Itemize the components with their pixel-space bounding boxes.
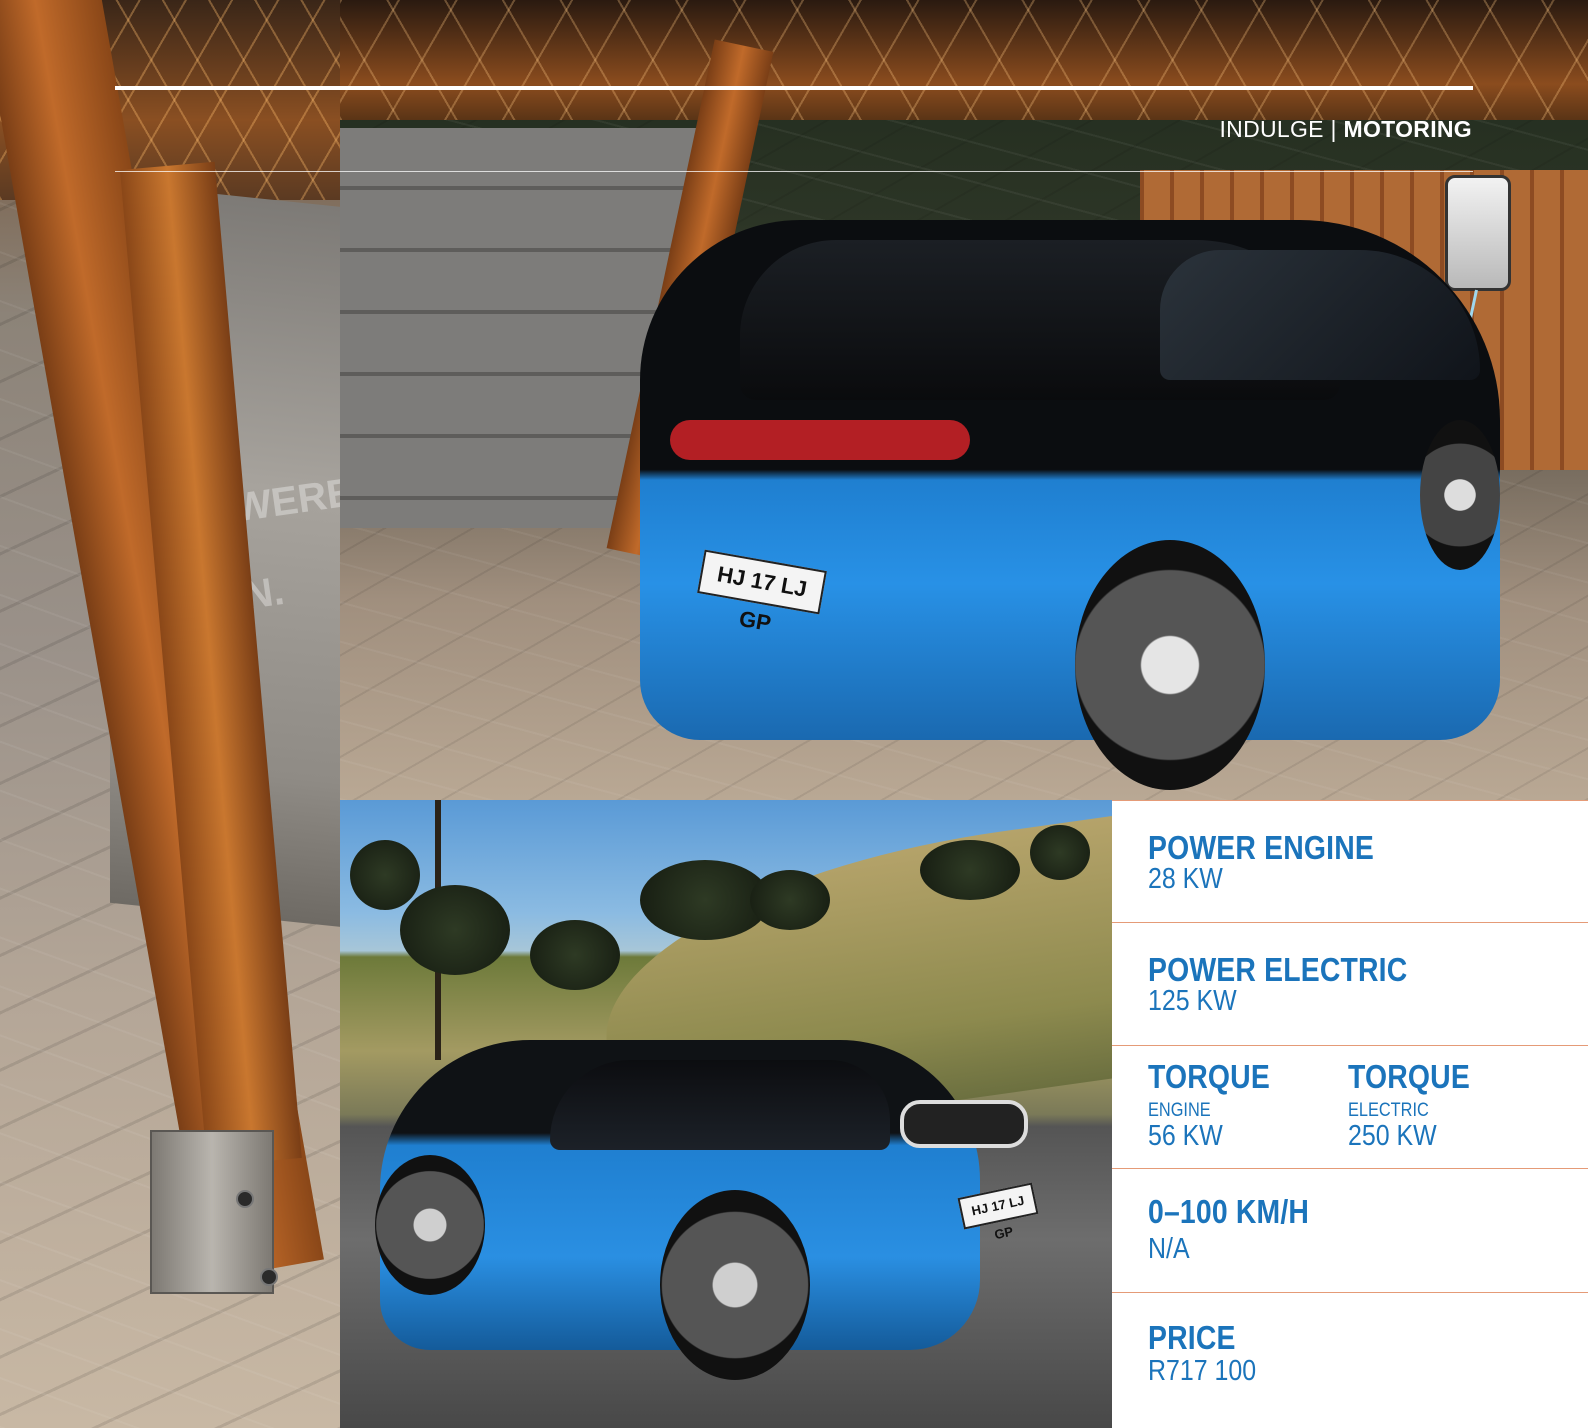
wheel: [1420, 420, 1500, 570]
spec-title: POWER ELECTRIC: [1148, 951, 1408, 988]
kidney-grille: [900, 1100, 1028, 1148]
spec-title: 0–100 KM/H: [1148, 1193, 1310, 1230]
spec-subtitle: ENGINE: [1148, 1100, 1211, 1121]
solar-roof: [340, 0, 1588, 120]
tail-light: [670, 420, 970, 460]
tree: [530, 920, 620, 990]
section-separator: |: [1330, 116, 1337, 142]
driving-car-photo: HJ 17 LJ GP: [340, 800, 1112, 1428]
wheel: [375, 1155, 485, 1295]
spec-acceleration: 0–100 KM/H N/A: [1112, 1168, 1588, 1292]
section-label: INDULGE | MOTORING: [1219, 116, 1472, 143]
wall-charger: [1445, 175, 1511, 291]
spec-title: TORQUE: [1148, 1058, 1270, 1095]
spec-panel: POWER ENGINE 28 KW POWER ELECTRIC 125 KW…: [1112, 800, 1588, 1428]
section-category: MOTORING: [1343, 116, 1472, 142]
tree: [750, 870, 830, 930]
steel-bracket: [150, 1130, 278, 1294]
spec-value: 250 KW: [1348, 1120, 1437, 1152]
spec-value: 56 KW: [1148, 1120, 1223, 1152]
spec-title: PRICE: [1148, 1319, 1236, 1356]
tree: [350, 840, 420, 910]
spec-title: TORQUE: [1348, 1058, 1470, 1095]
header-rule-thin: [115, 171, 1473, 172]
car-hood: [550, 1060, 890, 1150]
spec-price: PRICE R717 100: [1112, 1292, 1588, 1428]
section-name: INDULGE: [1219, 116, 1324, 142]
spec-value: 125 KW: [1148, 985, 1237, 1017]
carport-photo: POWERED BY SUN.: [0, 0, 344, 1428]
spec-power-engine: POWER ENGINE 28 KW: [1112, 800, 1588, 922]
spec-subtitle: ELECTRIC: [1348, 1100, 1429, 1121]
wheel: [1075, 540, 1265, 790]
header-rule-thick: [115, 86, 1473, 90]
wheel: [660, 1190, 810, 1380]
spec-torque: TORQUE ENGINE 56 KW TORQUE ELECTRIC 250 …: [1112, 1045, 1588, 1168]
tree: [1030, 825, 1090, 880]
tree: [920, 840, 1020, 900]
bolt-icon: [236, 1190, 254, 1208]
bolt-icon: [260, 1268, 278, 1286]
spec-value: 28 KW: [1148, 863, 1223, 895]
spec-value: R717 100: [1148, 1355, 1257, 1387]
tree: [400, 885, 510, 975]
spec-value: N/A: [1148, 1233, 1190, 1265]
spec-title: POWER ENGINE: [1148, 829, 1374, 866]
spec-power-electric: POWER ELECTRIC 125 KW: [1112, 922, 1588, 1045]
